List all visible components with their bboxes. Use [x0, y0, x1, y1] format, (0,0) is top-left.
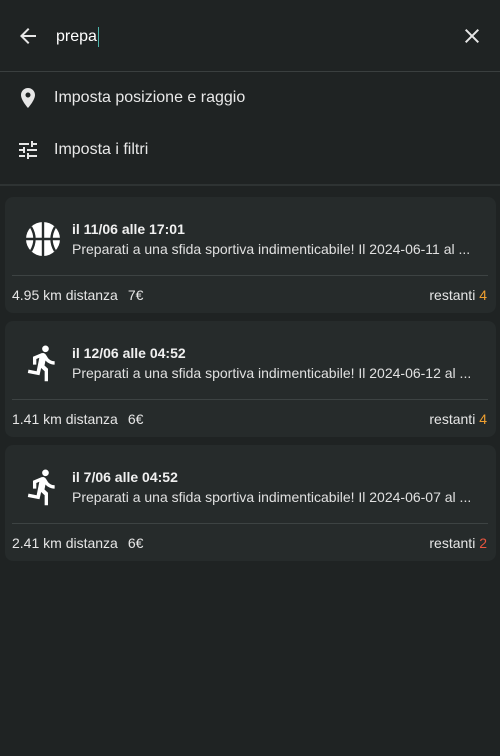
event-distance: 4.95 km distanza [12, 287, 118, 303]
set-filters-option[interactable]: Imposta i filtri [0, 124, 500, 176]
back-arrow-icon[interactable] [16, 24, 40, 48]
remaining-count: 2 [479, 535, 487, 551]
remaining-spots: restanti 4 [429, 287, 487, 303]
event-description: Preparati a una sfida sportiva indimenti… [72, 241, 471, 257]
event-price: 6€ [127, 535, 144, 551]
text-caret [97, 27, 100, 47]
event-description: Preparati a una sfida sportiva indimenti… [72, 365, 472, 381]
set-filters-label: Imposta i filtri [54, 141, 149, 158]
search-header: prepa [0, 0, 500, 72]
event-details: 1.41 km distanza 6€ [12, 411, 143, 427]
card-divider [12, 275, 488, 276]
event-card[interactable]: il 11/06 alle 17:01 Preparati a una sfid… [5, 197, 496, 313]
event-card[interactable]: il 12/06 alle 04:52 Preparati a una sfid… [5, 321, 496, 437]
location-pin-icon [21, 88, 35, 108]
event-details: 2.41 km distanza 6€ [12, 535, 143, 551]
event-card[interactable]: il 7/06 alle 04:52 Preparati a una sfida… [5, 445, 496, 561]
remaining-count: 4 [479, 287, 487, 303]
running-icon [27, 345, 55, 382]
event-distance: 1.41 km distanza [12, 411, 118, 427]
close-icon[interactable] [460, 24, 484, 48]
event-price: 7€ [127, 287, 144, 303]
event-date: il 7/06 alle 04:52 [72, 469, 178, 485]
event-date: il 12/06 alle 04:52 [72, 345, 186, 361]
event-description: Preparati a una sfida sportiva indimenti… [72, 489, 472, 505]
remaining-spots: restanti 2 [429, 535, 487, 551]
remaining-spots: restanti 4 [429, 411, 487, 427]
set-location-label: Imposta posizione e raggio [54, 89, 246, 106]
remaining-count: 4 [479, 411, 487, 427]
tune-icon [19, 141, 37, 159]
remaining-label: restanti [429, 535, 476, 551]
event-date: il 11/06 alle 17:01 [72, 221, 185, 237]
event-distance: 2.41 km distanza [12, 535, 118, 551]
search-input[interactable]: prepa [56, 25, 436, 49]
event-price: 6€ [127, 411, 144, 427]
remaining-label: restanti [429, 287, 476, 303]
card-divider [12, 399, 488, 400]
set-location-option[interactable]: Imposta posizione e raggio [0, 72, 500, 124]
event-details: 4.95 km distanza 7€ [12, 287, 143, 303]
card-divider [12, 523, 488, 524]
basketball-icon [26, 222, 60, 256]
remaining-label: restanti [429, 411, 476, 427]
section-divider [0, 184, 500, 186]
running-icon [27, 469, 55, 506]
search-query: prepa [56, 28, 97, 45]
